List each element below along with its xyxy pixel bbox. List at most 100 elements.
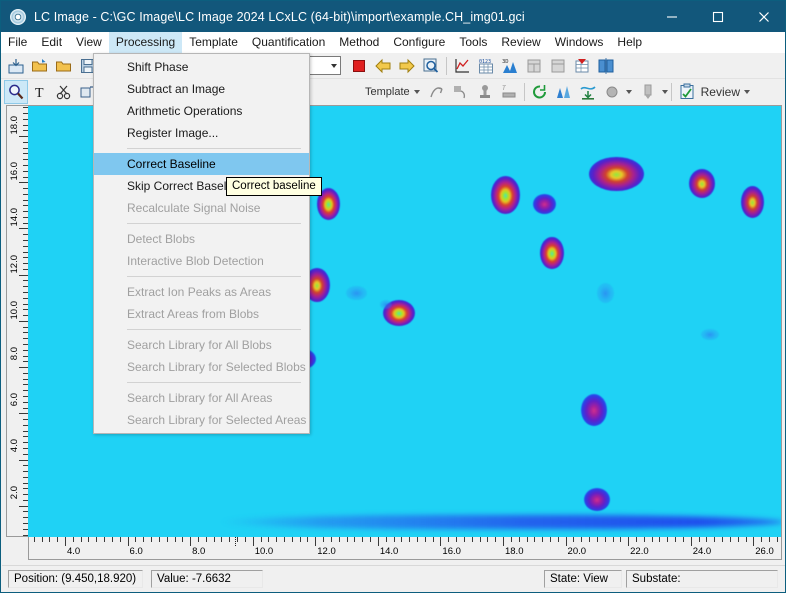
heatmap-peak[interactable] bbox=[533, 194, 556, 214]
menu-configure[interactable]: Configure bbox=[386, 32, 452, 53]
heatmap-peak[interactable] bbox=[581, 394, 607, 426]
text-tool-icon[interactable]: T bbox=[28, 80, 52, 104]
y-axis-major-tick bbox=[19, 136, 28, 137]
menu-separator bbox=[127, 382, 301, 383]
match-peaks-icon[interactable] bbox=[552, 80, 576, 104]
x-axis-tick-label: 24.0 bbox=[693, 546, 712, 557]
heatmap-peak[interactable] bbox=[701, 329, 718, 341]
menu-tools[interactable]: Tools bbox=[452, 32, 494, 53]
x-axis-minor-tick bbox=[683, 537, 684, 542]
x-axis-minor-tick bbox=[495, 537, 496, 542]
toolbar-separator bbox=[446, 57, 447, 75]
menu-file[interactable]: File bbox=[1, 32, 34, 53]
back-arrow-icon[interactable] bbox=[371, 54, 395, 78]
column-icon[interactable] bbox=[636, 80, 660, 104]
data-table-icon[interactable]: 0123 bbox=[474, 54, 498, 78]
report-page-icon[interactable] bbox=[546, 54, 570, 78]
menu-item-search-library-for-selected-blobs: Search Library for Selected Blobs bbox=[94, 356, 309, 378]
x-axis-minor-tick bbox=[761, 537, 762, 542]
x-axis-minor-tick bbox=[472, 537, 473, 542]
menu-windows[interactable]: Windows bbox=[548, 32, 611, 53]
toolbar-separator bbox=[524, 83, 525, 101]
y-axis-major-tick bbox=[19, 413, 28, 414]
x-axis-minor-tick bbox=[620, 537, 621, 542]
chevron-down-icon[interactable] bbox=[662, 90, 668, 94]
minimize-icon[interactable] bbox=[649, 1, 695, 32]
x-axis-minor-tick bbox=[300, 537, 301, 542]
x-axis-ruler[interactable]: 4.06.08.010.012.014.016.018.020.022.024.… bbox=[28, 537, 782, 560]
x-axis-minor-tick bbox=[527, 537, 528, 542]
menu-view[interactable]: View bbox=[69, 32, 109, 53]
x-axis-tick-label: 26.0 bbox=[755, 546, 774, 557]
menu-method[interactable]: Method bbox=[332, 32, 386, 53]
menu-quantification[interactable]: Quantification bbox=[245, 32, 332, 53]
heatmap-peak[interactable] bbox=[584, 488, 610, 511]
open-image-icon[interactable] bbox=[52, 54, 76, 78]
x-axis-tick-label: 22.0 bbox=[630, 546, 649, 557]
review-dropdown-label[interactable]: Review bbox=[699, 85, 742, 99]
x-axis-minor-tick bbox=[394, 537, 395, 542]
heatmap-peak[interactable] bbox=[689, 169, 715, 198]
menu-separator bbox=[127, 329, 301, 330]
x-axis-minor-tick bbox=[151, 537, 152, 542]
heatmap-peak[interactable] bbox=[491, 176, 520, 214]
title-bar: LC Image - C:\GC Image\LC Image 2024 LCx… bbox=[1, 1, 786, 32]
compare-icon[interactable] bbox=[594, 54, 618, 78]
blob-circle-icon[interactable] bbox=[600, 80, 624, 104]
y-axis-tick-label: 10.0 bbox=[10, 301, 20, 320]
x-axis-minor-tick bbox=[534, 537, 535, 542]
heatmap-peak[interactable] bbox=[380, 300, 392, 309]
chevron-down-icon[interactable] bbox=[744, 90, 750, 94]
green-refresh-icon[interactable] bbox=[528, 80, 552, 104]
menu-item-subtract-an-image[interactable]: Subtract an Image bbox=[94, 78, 309, 100]
menu-processing[interactable]: Processing bbox=[109, 32, 182, 53]
x-axis-minor-tick bbox=[292, 537, 293, 542]
x-axis-minor-tick bbox=[339, 537, 340, 542]
heatmap-peak[interactable] bbox=[540, 237, 563, 269]
x-axis-minor-tick bbox=[699, 537, 700, 542]
move-blob-icon[interactable] bbox=[449, 80, 473, 104]
x-axis-tick-label: 16.0 bbox=[442, 546, 461, 557]
menu-review[interactable]: Review bbox=[494, 32, 547, 53]
add-blob-icon[interactable] bbox=[425, 80, 449, 104]
maximize-icon[interactable] bbox=[695, 1, 741, 32]
split-blob-icon[interactable]: T bbox=[497, 80, 521, 104]
heatmap-peak[interactable] bbox=[597, 283, 614, 303]
x-axis-minor-tick bbox=[276, 537, 277, 542]
merge-blob-icon[interactable] bbox=[473, 80, 497, 104]
menu-item-correct-baseline[interactable]: Correct Baseline bbox=[94, 153, 309, 175]
close-icon[interactable] bbox=[741, 1, 786, 32]
chevron-down-icon[interactable] bbox=[626, 90, 632, 94]
chart-2d-icon[interactable] bbox=[450, 54, 474, 78]
template-dropdown-label[interactable]: Template bbox=[363, 86, 412, 98]
scissors-tool-icon[interactable] bbox=[52, 80, 76, 104]
heatmap-peak[interactable] bbox=[741, 186, 764, 218]
y-axis-ruler[interactable]: 2.04.06.08.010.012.014.016.018.0 bbox=[6, 105, 28, 537]
chevron-down-icon[interactable] bbox=[414, 90, 420, 94]
processing-menu-dropdown[interactable]: Shift PhaseSubtract an ImageArithmetic O… bbox=[93, 53, 310, 434]
x-axis-minor-tick bbox=[34, 537, 35, 542]
y-axis-major-tick bbox=[19, 506, 28, 507]
menu-help[interactable]: Help bbox=[610, 32, 649, 53]
heatmap-peak[interactable] bbox=[589, 157, 644, 192]
y-axis-major-tick bbox=[19, 321, 28, 322]
stop-icon[interactable] bbox=[347, 54, 371, 78]
menu-template[interactable]: Template bbox=[182, 32, 245, 53]
menu-edit[interactable]: Edit bbox=[34, 32, 69, 53]
zoom-region-icon[interactable] bbox=[419, 54, 443, 78]
open-folder-icon[interactable] bbox=[28, 54, 52, 78]
menu-item-register-image[interactable]: Register Image... bbox=[94, 122, 309, 144]
report-icon[interactable] bbox=[522, 54, 546, 78]
forward-arrow-icon[interactable] bbox=[395, 54, 419, 78]
red-table-icon[interactable] bbox=[570, 54, 594, 78]
view-3d-icon[interactable]: 3D bbox=[498, 54, 522, 78]
heatmap-peak[interactable] bbox=[346, 286, 366, 301]
baseline-icon[interactable] bbox=[576, 80, 600, 104]
menu-item-shift-phase[interactable]: Shift Phase bbox=[94, 56, 309, 78]
review-clipboard-icon[interactable] bbox=[675, 80, 699, 104]
new-image-icon[interactable] bbox=[4, 54, 28, 78]
tooltip: Correct baseline bbox=[226, 177, 322, 196]
x-axis-minor-tick bbox=[167, 537, 168, 542]
menu-item-arithmetic-operations[interactable]: Arithmetic Operations bbox=[94, 100, 309, 122]
magnifier-tool-icon[interactable] bbox=[4, 80, 28, 104]
